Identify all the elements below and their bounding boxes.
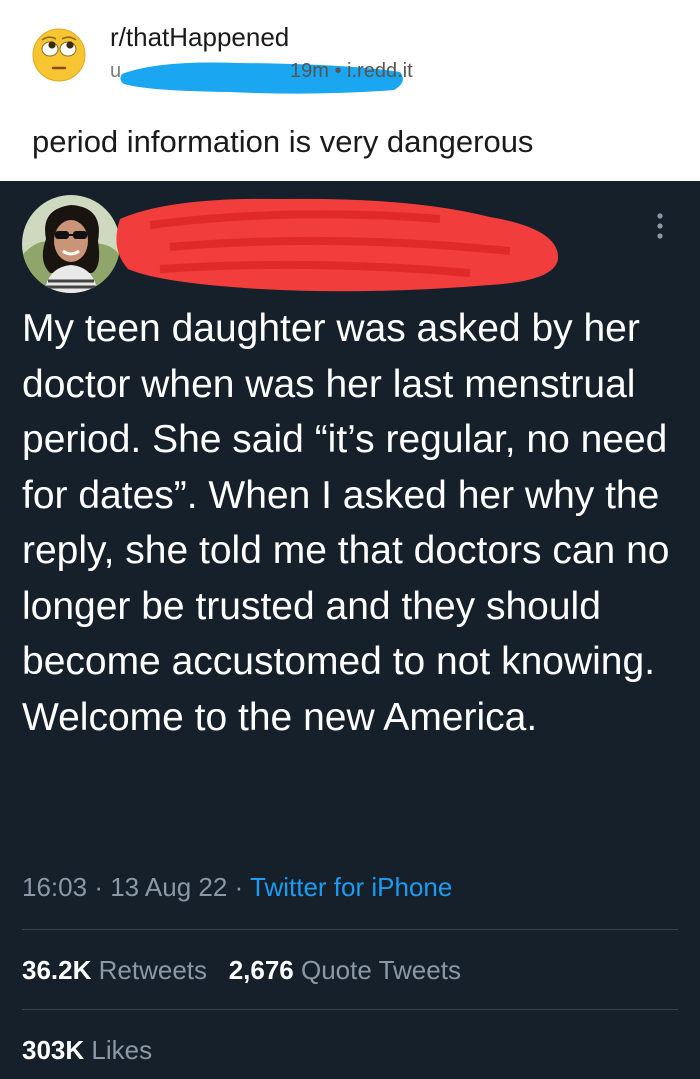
meta-separator: • [334, 60, 342, 82]
avatar[interactable] [22, 195, 120, 293]
quote-tweets-stat[interactable]: 2,676 Quote Tweets [229, 955, 461, 985]
quote-tweets-count: 2,676 [228, 955, 294, 985]
tweet-time: 16:03 [22, 872, 88, 902]
tweet-source-link[interactable]: Twitter for iPhone [250, 872, 452, 902]
name-redaction [116, 198, 559, 292]
rolling-eyes-emoji-icon[interactable] [32, 28, 86, 82]
divider [22, 929, 678, 930]
post-meta-text: 19m • i.redd.it [290, 60, 413, 83]
divider [22, 1009, 678, 1010]
reddit-post-header: r/thatHappened u 19m • i.redd.it period … [0, 0, 700, 181]
post-title[interactable]: period information is very dangerous [32, 124, 533, 160]
post-time: 19m [290, 60, 329, 82]
post-domain[interactable]: i.redd.it [347, 60, 413, 82]
retweets-stat[interactable]: 36.2K Retweets [22, 955, 207, 985]
subreddit-name[interactable]: r/thatHappened [110, 22, 289, 53]
likes-stat[interactable]: 303K Likes [22, 1035, 152, 1066]
meta-dot: · [94, 872, 103, 902]
retweets-count: 36.2K [22, 955, 92, 985]
likes-count: 303K [22, 1035, 85, 1065]
retweets-label: Retweets [98, 955, 208, 985]
avatar-photo [22, 195, 120, 293]
tweet-screenshot: My teen daughter was asked by her doctor… [0, 181, 700, 1079]
likes-label: Likes [91, 1035, 153, 1065]
vertical-ellipsis-icon[interactable] [652, 211, 668, 241]
tweet-timestamp: 16:03 · 13 Aug 22 · Twitter for iPhone [22, 872, 452, 903]
tweet-text: My teen daughter was asked by her doctor… [22, 307, 670, 739]
quote-tweets-label: Quote Tweets [301, 955, 461, 985]
tweet-date: 13 Aug 22 [110, 872, 228, 902]
meta-dot: · [234, 872, 244, 902]
retweet-stats: 36.2K Retweets 2,676 Quote Tweets [22, 955, 461, 986]
